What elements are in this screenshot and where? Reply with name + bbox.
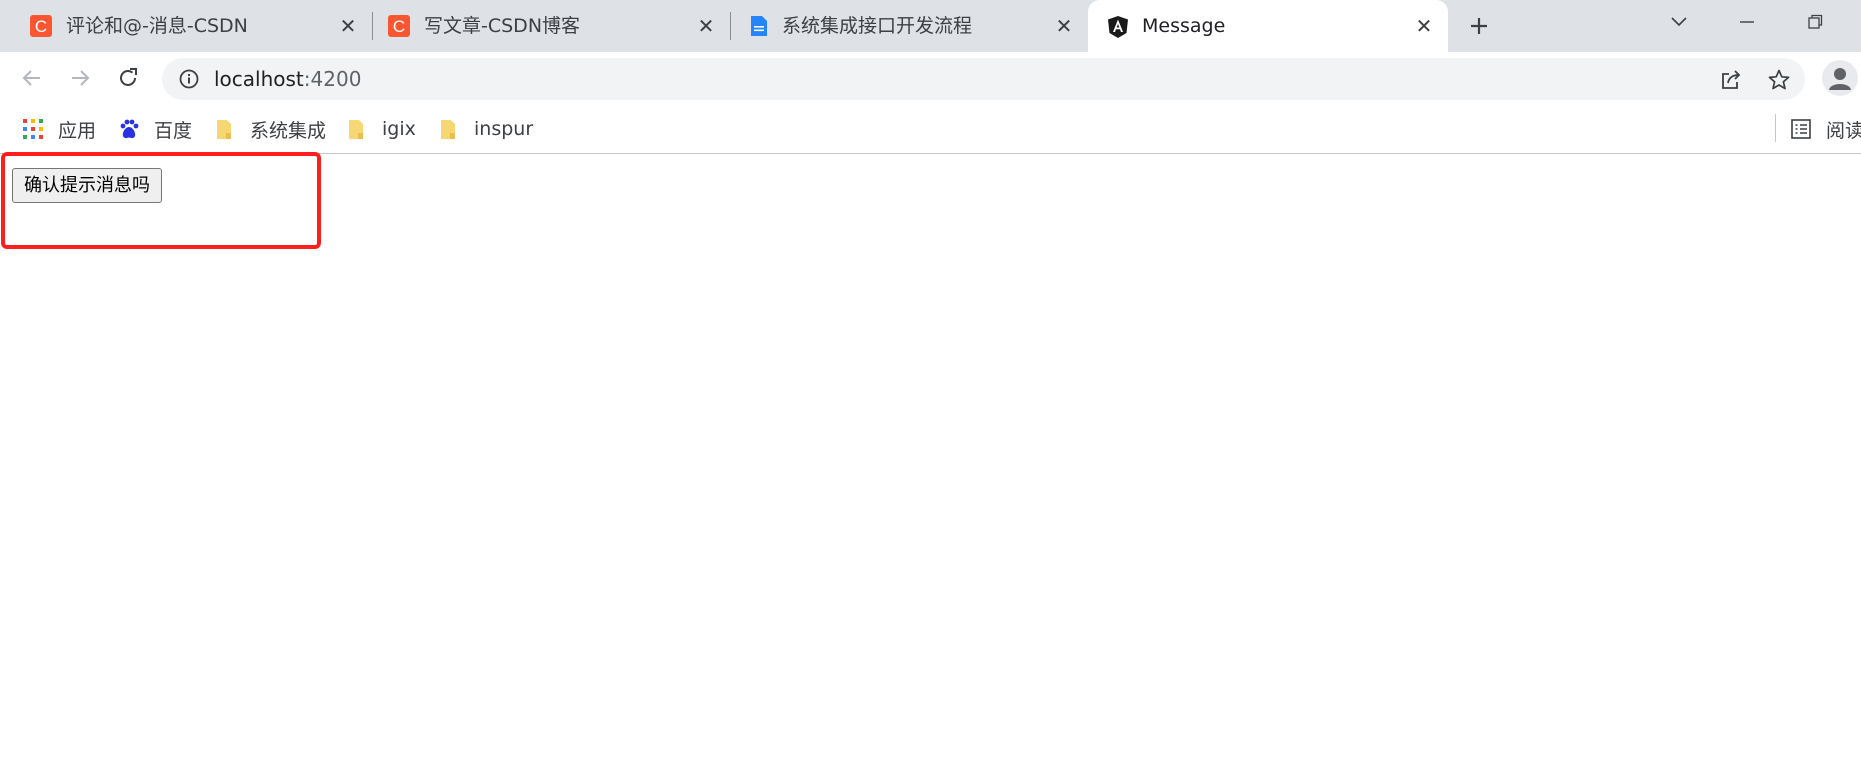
tab-search-button[interactable] (1654, 6, 1704, 38)
tab-comments[interactable]: C 评论和@-消息-CSDN ✕ (0, 0, 372, 52)
tab-title: 评论和@-消息-CSDN (66, 15, 248, 37)
restore-button[interactable] (1790, 6, 1840, 38)
red-highlight-box (1, 152, 321, 249)
reading-list-label: 阅读 (1826, 119, 1861, 142)
back-button[interactable] (16, 62, 48, 94)
bookmark-apps[interactable]: 应用 (22, 114, 96, 144)
reload-icon (120, 68, 137, 86)
address-bar[interactable]: localhost:4200 (162, 58, 1805, 100)
reading-list-icon (1790, 118, 1812, 140)
bookmark-label: 百度 (154, 119, 193, 142)
tab-strip: C 评论和@-消息-CSDN ✕ C 写文章-CSDN博客 ✕ 系统集成接口开发… (0, 0, 1861, 52)
restore-icon (1808, 14, 1823, 29)
close-tab-icon[interactable]: ✕ (1410, 12, 1438, 40)
bookmark-folder-igix[interactable]: igix (346, 114, 416, 144)
folder-icon (214, 118, 236, 140)
bookmark-star-icon[interactable] (1766, 67, 1792, 93)
csdn-icon: C (388, 15, 410, 37)
bookmarks-separator (1775, 114, 1776, 142)
bookmarks-bar: 应用 百度 系统集成 igix inspur 阅读 (0, 104, 1861, 154)
arrow-left-icon (22, 70, 40, 86)
browser-toolbar: localhost:4200 (0, 52, 1861, 104)
share-icon[interactable] (1718, 67, 1744, 93)
bookmark-label: 系统集成 (250, 119, 327, 142)
tab-message[interactable]: Message ✕ (1088, 0, 1448, 52)
minimize-icon (1740, 21, 1754, 23)
site-info-icon[interactable] (178, 68, 200, 90)
close-tab-icon[interactable]: ✕ (334, 12, 362, 40)
url-port: :4200 (303, 67, 362, 91)
reading-list-button[interactable]: 阅读 (1790, 114, 1861, 144)
new-tab-button[interactable] (1463, 10, 1495, 42)
tab-title: 系统集成接口开发流程 (782, 15, 973, 37)
profile-avatar[interactable] (1822, 60, 1858, 96)
bookmark-folder-integration[interactable]: 系统集成 (214, 114, 326, 144)
bookmark-baidu[interactable]: 百度 (118, 114, 192, 144)
chevron-down-icon (1671, 17, 1687, 27)
folder-icon (346, 118, 368, 140)
tab-title: Message (1142, 15, 1226, 37)
bookmark-label: igix (382, 118, 416, 140)
bookmark-folder-inspur[interactable]: inspur (438, 114, 533, 144)
url-text: localhost:4200 (214, 67, 361, 91)
close-tab-icon[interactable]: ✕ (1050, 12, 1078, 40)
reload-button[interactable] (112, 62, 144, 94)
minimize-button[interactable] (1722, 6, 1772, 38)
url-host: localhost (214, 67, 304, 91)
tab-write-article[interactable]: C 写文章-CSDN博客 ✕ (372, 0, 730, 52)
tab-integration-doc[interactable]: 系统集成接口开发流程 ✕ (730, 0, 1088, 52)
docs-icon (748, 15, 770, 37)
baidu-icon (118, 118, 140, 140)
tab-title: 写文章-CSDN博客 (424, 15, 581, 37)
bookmark-label: 应用 (58, 119, 97, 142)
page-content: 确认提示消息吗 (0, 152, 1861, 774)
person-icon (1829, 68, 1851, 90)
angular-icon (1106, 15, 1128, 38)
apps-grid-icon (22, 118, 44, 140)
csdn-icon: C (30, 15, 52, 37)
bookmark-label: inspur (474, 118, 534, 140)
close-tab-icon[interactable]: ✕ (692, 12, 720, 40)
svg-text:C: C (393, 17, 405, 36)
forward-button[interactable] (64, 62, 96, 94)
svg-text:C: C (35, 17, 47, 36)
arrow-right-icon (72, 70, 90, 86)
folder-icon (438, 118, 460, 140)
plus-icon (1471, 18, 1487, 34)
